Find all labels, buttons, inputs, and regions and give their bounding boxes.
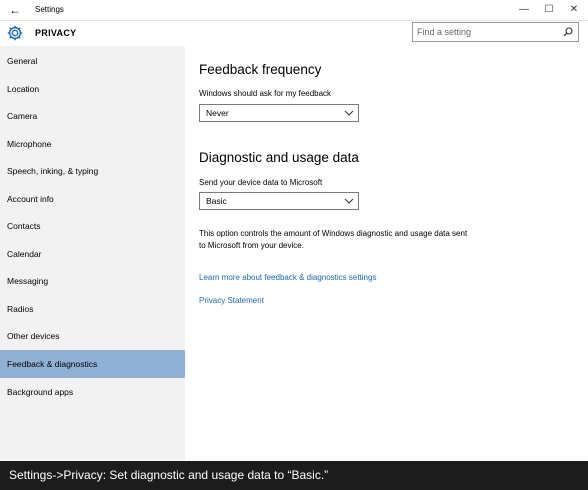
sidebar-item-camera[interactable]: Camera <box>0 102 185 130</box>
title-bar: ← Settings — ☐ ✕ <box>0 0 588 21</box>
maximize-button[interactable]: ☐ <box>541 4 557 16</box>
diagnostic-usage-heading: Diagnostic and usage data <box>199 150 359 165</box>
sidebar-item-messaging[interactable]: Messaging <box>0 267 185 295</box>
privacy-statement-link[interactable]: Privacy Statement <box>199 296 264 305</box>
sidebar-item-other-devices[interactable]: Other devices <box>0 322 185 350</box>
main-content: Feedback frequency Windows should ask fo… <box>185 46 588 461</box>
sidebar-item-speech[interactable]: Speech, inking, & typing <box>0 157 185 185</box>
page-header: PRIVACY <box>0 21 588 46</box>
sidebar-item-calendar[interactable]: Calendar <box>0 240 185 268</box>
sidebar-item-account-info[interactable]: Account info <box>0 185 185 213</box>
sidebar-item-background-apps[interactable]: Background apps <box>0 378 185 406</box>
gear-icon <box>7 25 23 41</box>
feedback-frequency-heading: Feedback frequency <box>199 62 322 77</box>
caption-bar: Settings->Privacy: Set diagnostic and us… <box>0 461 588 490</box>
diagnostic-data-dropdown[interactable]: Basic <box>199 192 359 210</box>
learn-more-link[interactable]: Learn more about feedback & diagnostics … <box>199 273 376 282</box>
search-input[interactable] <box>417 25 557 39</box>
search-icon[interactable] <box>563 27 573 37</box>
sidebar: General Location Camera Microphone Speec… <box>0 46 185 461</box>
search-box[interactable] <box>412 22 579 42</box>
feedback-field-label: Windows should ask for my feedback <box>199 89 332 98</box>
sidebar-item-feedback-diagnostics[interactable]: Feedback & diagnostics <box>0 350 185 378</box>
chevron-down-icon <box>344 198 354 204</box>
diagnostic-description: This option controls the amount of Windo… <box>199 229 468 250</box>
sidebar-item-radios[interactable]: Radios <box>0 295 185 323</box>
chevron-down-icon <box>344 110 354 116</box>
feedback-frequency-dropdown[interactable]: Never <box>199 104 359 122</box>
minimize-button[interactable]: — <box>516 4 532 16</box>
dropdown-value: Never <box>206 108 229 118</box>
back-arrow-icon[interactable]: ← <box>9 3 21 17</box>
sidebar-item-contacts[interactable]: Contacts <box>0 212 185 240</box>
section-title: PRIVACY <box>35 28 77 38</box>
close-button[interactable]: ✕ <box>566 4 582 16</box>
sidebar-item-location[interactable]: Location <box>0 75 185 103</box>
dropdown-value: Basic <box>206 196 227 206</box>
diagnostic-field-label: Send your device data to Microsoft <box>199 178 323 187</box>
window-title: Settings <box>35 5 64 14</box>
sidebar-item-microphone[interactable]: Microphone <box>0 130 185 158</box>
sidebar-item-general[interactable]: General <box>0 47 185 75</box>
